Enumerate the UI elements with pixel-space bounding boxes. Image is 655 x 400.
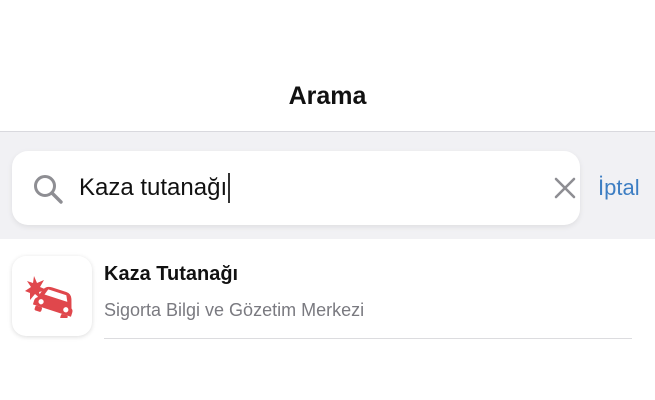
app-icon xyxy=(12,256,92,336)
text-cursor xyxy=(228,173,231,203)
result-title: Kaza Tutanağı xyxy=(104,263,239,285)
close-icon[interactable] xyxy=(553,176,577,200)
search-box[interactable]: Kaza tutanağı xyxy=(12,151,580,225)
search-area: Kaza tutanağı İptal xyxy=(0,131,655,239)
row-divider xyxy=(104,338,632,339)
navigation-bar: Arama xyxy=(0,0,655,131)
search-screen: Arama Kaza tutanağı İptal Kaza Tutanağı … xyxy=(0,0,655,400)
list-item[interactable]: Kaza Tutanağı Sigorta Bilgi ve Gözetim M… xyxy=(0,239,655,339)
search-input[interactable]: Kaza tutanağı xyxy=(79,168,519,208)
result-subtitle: Sigorta Bilgi ve Gözetim Merkezi xyxy=(104,300,365,320)
search-results: Kaza Tutanağı Sigorta Bilgi ve Gözetim M… xyxy=(0,239,655,400)
cancel-button[interactable]: İptal xyxy=(598,175,640,201)
search-input-text: Kaza tutanağı xyxy=(79,174,228,201)
car-crash-icon xyxy=(25,276,73,318)
page-title: Arama xyxy=(288,82,367,110)
search-icon xyxy=(32,173,64,205)
